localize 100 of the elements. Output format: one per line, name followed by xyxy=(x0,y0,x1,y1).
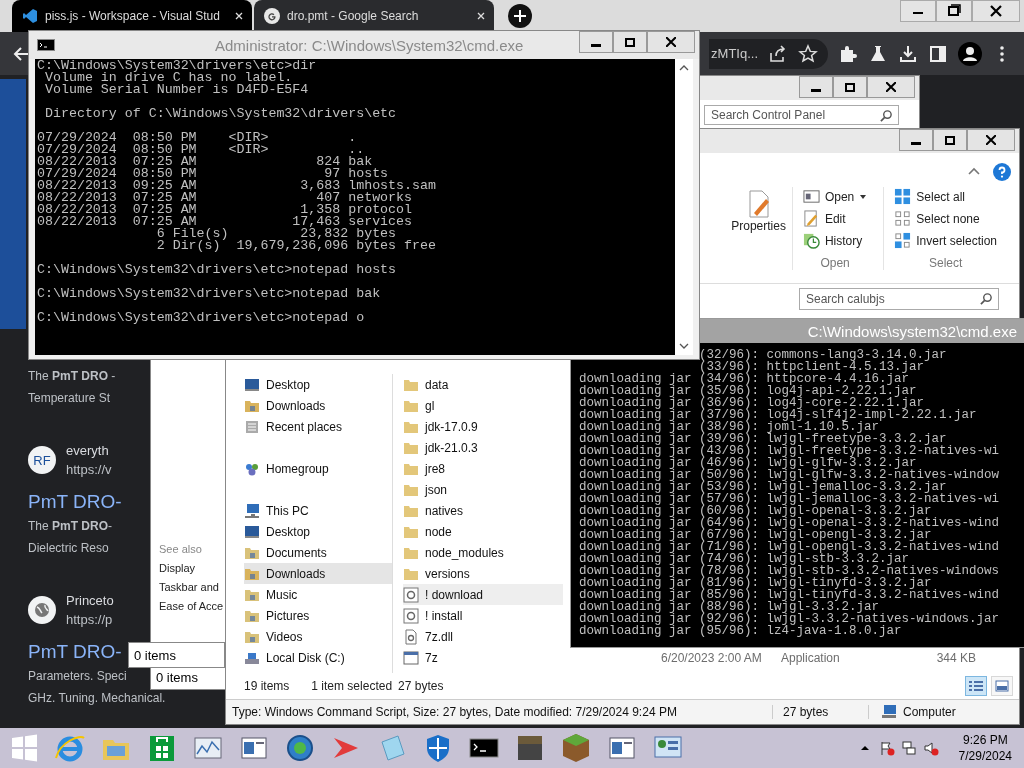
help-icon[interactable] xyxy=(993,163,1011,181)
console-line: (32/96): commons-lang3-3.14.0.jar xyxy=(698,349,948,361)
network-icon[interactable] xyxy=(900,740,917,756)
minimize-button[interactable] xyxy=(899,129,933,151)
nav-item[interactable]: Pictures xyxy=(244,605,392,626)
console-line: downloading jar (92/96): lwjgl-3.3.2-natives-windows.jar xyxy=(579,613,1001,625)
file-row[interactable]: jdk-21.0.3 xyxy=(403,437,563,458)
puzzle-icon[interactable] xyxy=(838,43,858,64)
ribbon-button[interactable]: History xyxy=(800,231,870,250)
nav-item[interactable]: This PC xyxy=(232,500,392,521)
result-title-link[interactable]: PmT DRO- xyxy=(28,639,122,665)
close-button[interactable] xyxy=(647,31,695,53)
properties-button[interactable]: Properties xyxy=(731,189,786,249)
ribbon-button[interactable]: Open xyxy=(800,187,870,206)
console-line: 08/22/2013 07:25 AM 1,358 protocol xyxy=(37,204,414,216)
address-bar[interactable]: zMTIq... xyxy=(709,38,828,69)
console-line: downloading jar (39/96): lwjgl-freetype-3.3.2.jar xyxy=(579,433,947,445)
ribbon-button[interactable]: Select none xyxy=(892,209,999,228)
group-label: Select xyxy=(927,256,964,270)
pencil-icon xyxy=(802,210,820,227)
site-url[interactable]: https://p xyxy=(66,610,113,629)
computer-icon xyxy=(881,704,897,720)
globe-icon xyxy=(28,596,56,624)
site-url[interactable]: https://v xyxy=(66,460,112,479)
nav-item[interactable]: Desktop xyxy=(244,374,392,395)
restore-button[interactable] xyxy=(936,0,972,22)
window-title: Administrator: C:\Windows\System32\cmd.exe xyxy=(215,36,524,54)
minimize-button[interactable] xyxy=(579,31,613,53)
speaker-icon[interactable] xyxy=(922,740,939,756)
result-title-link[interactable]: PmT DRO- xyxy=(28,489,122,515)
ribbon-button[interactable]: Invert selection xyxy=(892,231,999,250)
gear-file-icon xyxy=(403,607,419,624)
see-also-link[interactable]: Taskbar and xyxy=(159,581,219,593)
file-row[interactable]: json xyxy=(403,479,563,500)
console-line: downloading jar (95/96): lz4-java-1.8.0.jar xyxy=(579,625,902,637)
download-icon[interactable] xyxy=(898,43,918,64)
result-snippet: The PmT DRO - xyxy=(28,368,116,385)
minimize-button[interactable] xyxy=(799,76,833,98)
console-line: 2 Dir(s) 19,679,236,096 bytes free xyxy=(155,240,437,252)
console-line: C:\Windows\System32\drivers\etc>notepad hosts xyxy=(37,264,398,276)
nav-item[interactable]: Desktop xyxy=(244,521,392,542)
large-icons-view-icon[interactable] xyxy=(991,676,1013,696)
clock[interactable]: 9:26 PM 7/29/2024 xyxy=(958,732,1012,764)
file-row[interactable]: ! install xyxy=(403,605,563,626)
file-row[interactable]: gl xyxy=(403,395,563,416)
maximize-button[interactable] xyxy=(933,129,967,151)
new-tab-button[interactable] xyxy=(508,4,532,28)
grid-icon xyxy=(894,210,912,227)
flask-icon[interactable] xyxy=(868,43,888,64)
nav-item[interactable]: Documents xyxy=(244,542,392,563)
search-field[interactable]: Search Control Panel xyxy=(704,105,899,125)
file-row[interactable]: 7z 6/20/2023 2:00 AM Application 344 KB xyxy=(403,647,1019,668)
flag-icon[interactable] xyxy=(878,740,895,756)
maximize-button[interactable] xyxy=(833,76,867,98)
scrollbar[interactable] xyxy=(675,59,693,355)
file-row[interactable]: data xyxy=(403,374,563,395)
search-field[interactable]: Search calubjs xyxy=(799,288,999,310)
console-line: downloading jar (81/96): lwjgl-tinyfd-3.3.2.jar xyxy=(579,577,932,589)
item-count: 0 items xyxy=(156,669,198,685)
nav-item[interactable]: Recent places xyxy=(244,416,392,437)
details-view-icon[interactable] xyxy=(965,676,987,696)
avatar-icon[interactable] xyxy=(958,41,982,66)
scroll-down-icon[interactable] xyxy=(678,341,690,351)
file-row[interactable]: node xyxy=(403,521,563,542)
file-row[interactable]: versions xyxy=(403,563,563,584)
result-snippet: Dielectric Reso xyxy=(28,540,109,557)
site-name: Princeto xyxy=(66,592,114,610)
scroll-up-icon[interactable] xyxy=(678,63,690,73)
console-line: downloading jar (60/96): lwjgl-openal-3.3.2.jar xyxy=(579,505,932,517)
file-row[interactable]: ! download xyxy=(403,584,563,605)
nav-item[interactable]: Downloads xyxy=(244,563,392,584)
file-row[interactable]: jre8 xyxy=(403,458,563,479)
close-button[interactable] xyxy=(972,0,1020,22)
file-row[interactable]: jdk-17.0.9 xyxy=(403,416,563,437)
nav-item[interactable]: Downloads xyxy=(244,395,392,416)
sidebar-icon[interactable] xyxy=(928,43,948,64)
browser-tab[interactable]: piss.js - Workspace - Visual Stud xyxy=(12,0,252,32)
share-icon[interactable] xyxy=(768,43,788,64)
file-row[interactable]: 7z.dll xyxy=(403,626,563,647)
close-icon[interactable] xyxy=(234,11,244,21)
see-also-link[interactable]: Ease of Acce xyxy=(159,600,224,612)
ribbon-button[interactable]: Edit xyxy=(800,209,870,228)
console-line: downloading jar (34/96): httpcore-4.4.16.jar xyxy=(579,373,910,385)
nav-item[interactable]: Homegroup xyxy=(232,458,392,479)
star-icon[interactable] xyxy=(798,43,818,64)
maximize-button[interactable] xyxy=(613,31,647,53)
minimize-button[interactable] xyxy=(900,0,936,22)
nav-item[interactable]: Videos xyxy=(244,626,392,647)
close-icon[interactable] xyxy=(476,11,486,21)
console-line: 07/29/2024 08:50 PM <DIR> .. xyxy=(37,144,365,156)
nav-item[interactable]: Music xyxy=(244,584,392,605)
gear-file-icon xyxy=(403,586,419,603)
browser-tab[interactable]: dro.pmt - Google Search xyxy=(254,0,494,32)
see-also-link[interactable]: Display xyxy=(159,562,196,574)
ribbon-button[interactable]: Select all xyxy=(892,187,999,206)
close-button[interactable] xyxy=(867,76,915,98)
nav-item[interactable]: Local Disk (C:) xyxy=(244,647,392,668)
file-row[interactable]: natives xyxy=(403,500,563,521)
close-button[interactable] xyxy=(967,129,1015,151)
file-row[interactable]: node_modules xyxy=(403,542,563,563)
